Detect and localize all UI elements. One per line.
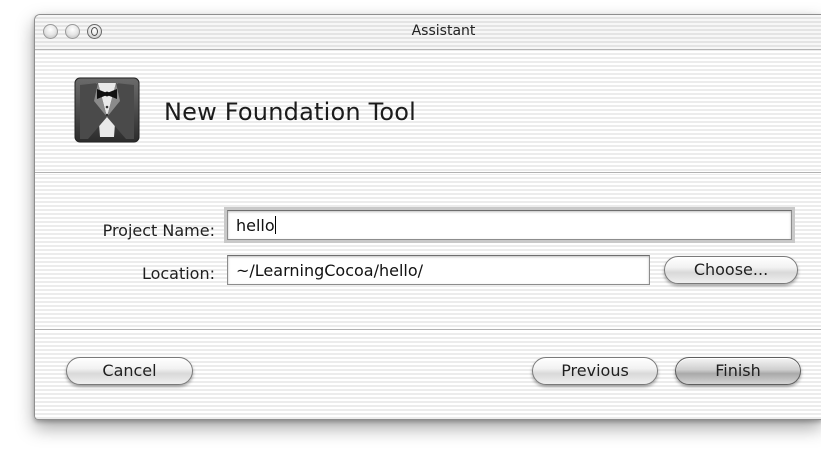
divider [35,172,821,173]
location-value: ~/LearningCocoa/hello/ [236,261,424,280]
location-label: Location: [141,264,215,283]
previous-button[interactable]: Previous [532,357,658,385]
project-name-field[interactable]: hello [227,210,792,240]
window-title: Assistant [411,23,476,39]
tuxedo-icon [74,77,140,143]
location-field[interactable]: ~/LearningCocoa/hello/ [227,255,650,285]
text-caret [274,216,276,234]
divider [35,329,821,330]
title-bar[interactable]: Assistant [35,15,821,50]
project-name-label: Project Name: [102,221,215,240]
finish-button[interactable]: Finish [675,357,801,385]
assistant-window: Assistant New Foundation Tool Project Na… [34,14,821,420]
page-title: New Foundation Tool [164,98,416,126]
cancel-button[interactable]: Cancel [66,357,193,385]
choose-button[interactable]: Choose... [664,256,798,284]
project-name-value: hello [236,216,275,235]
